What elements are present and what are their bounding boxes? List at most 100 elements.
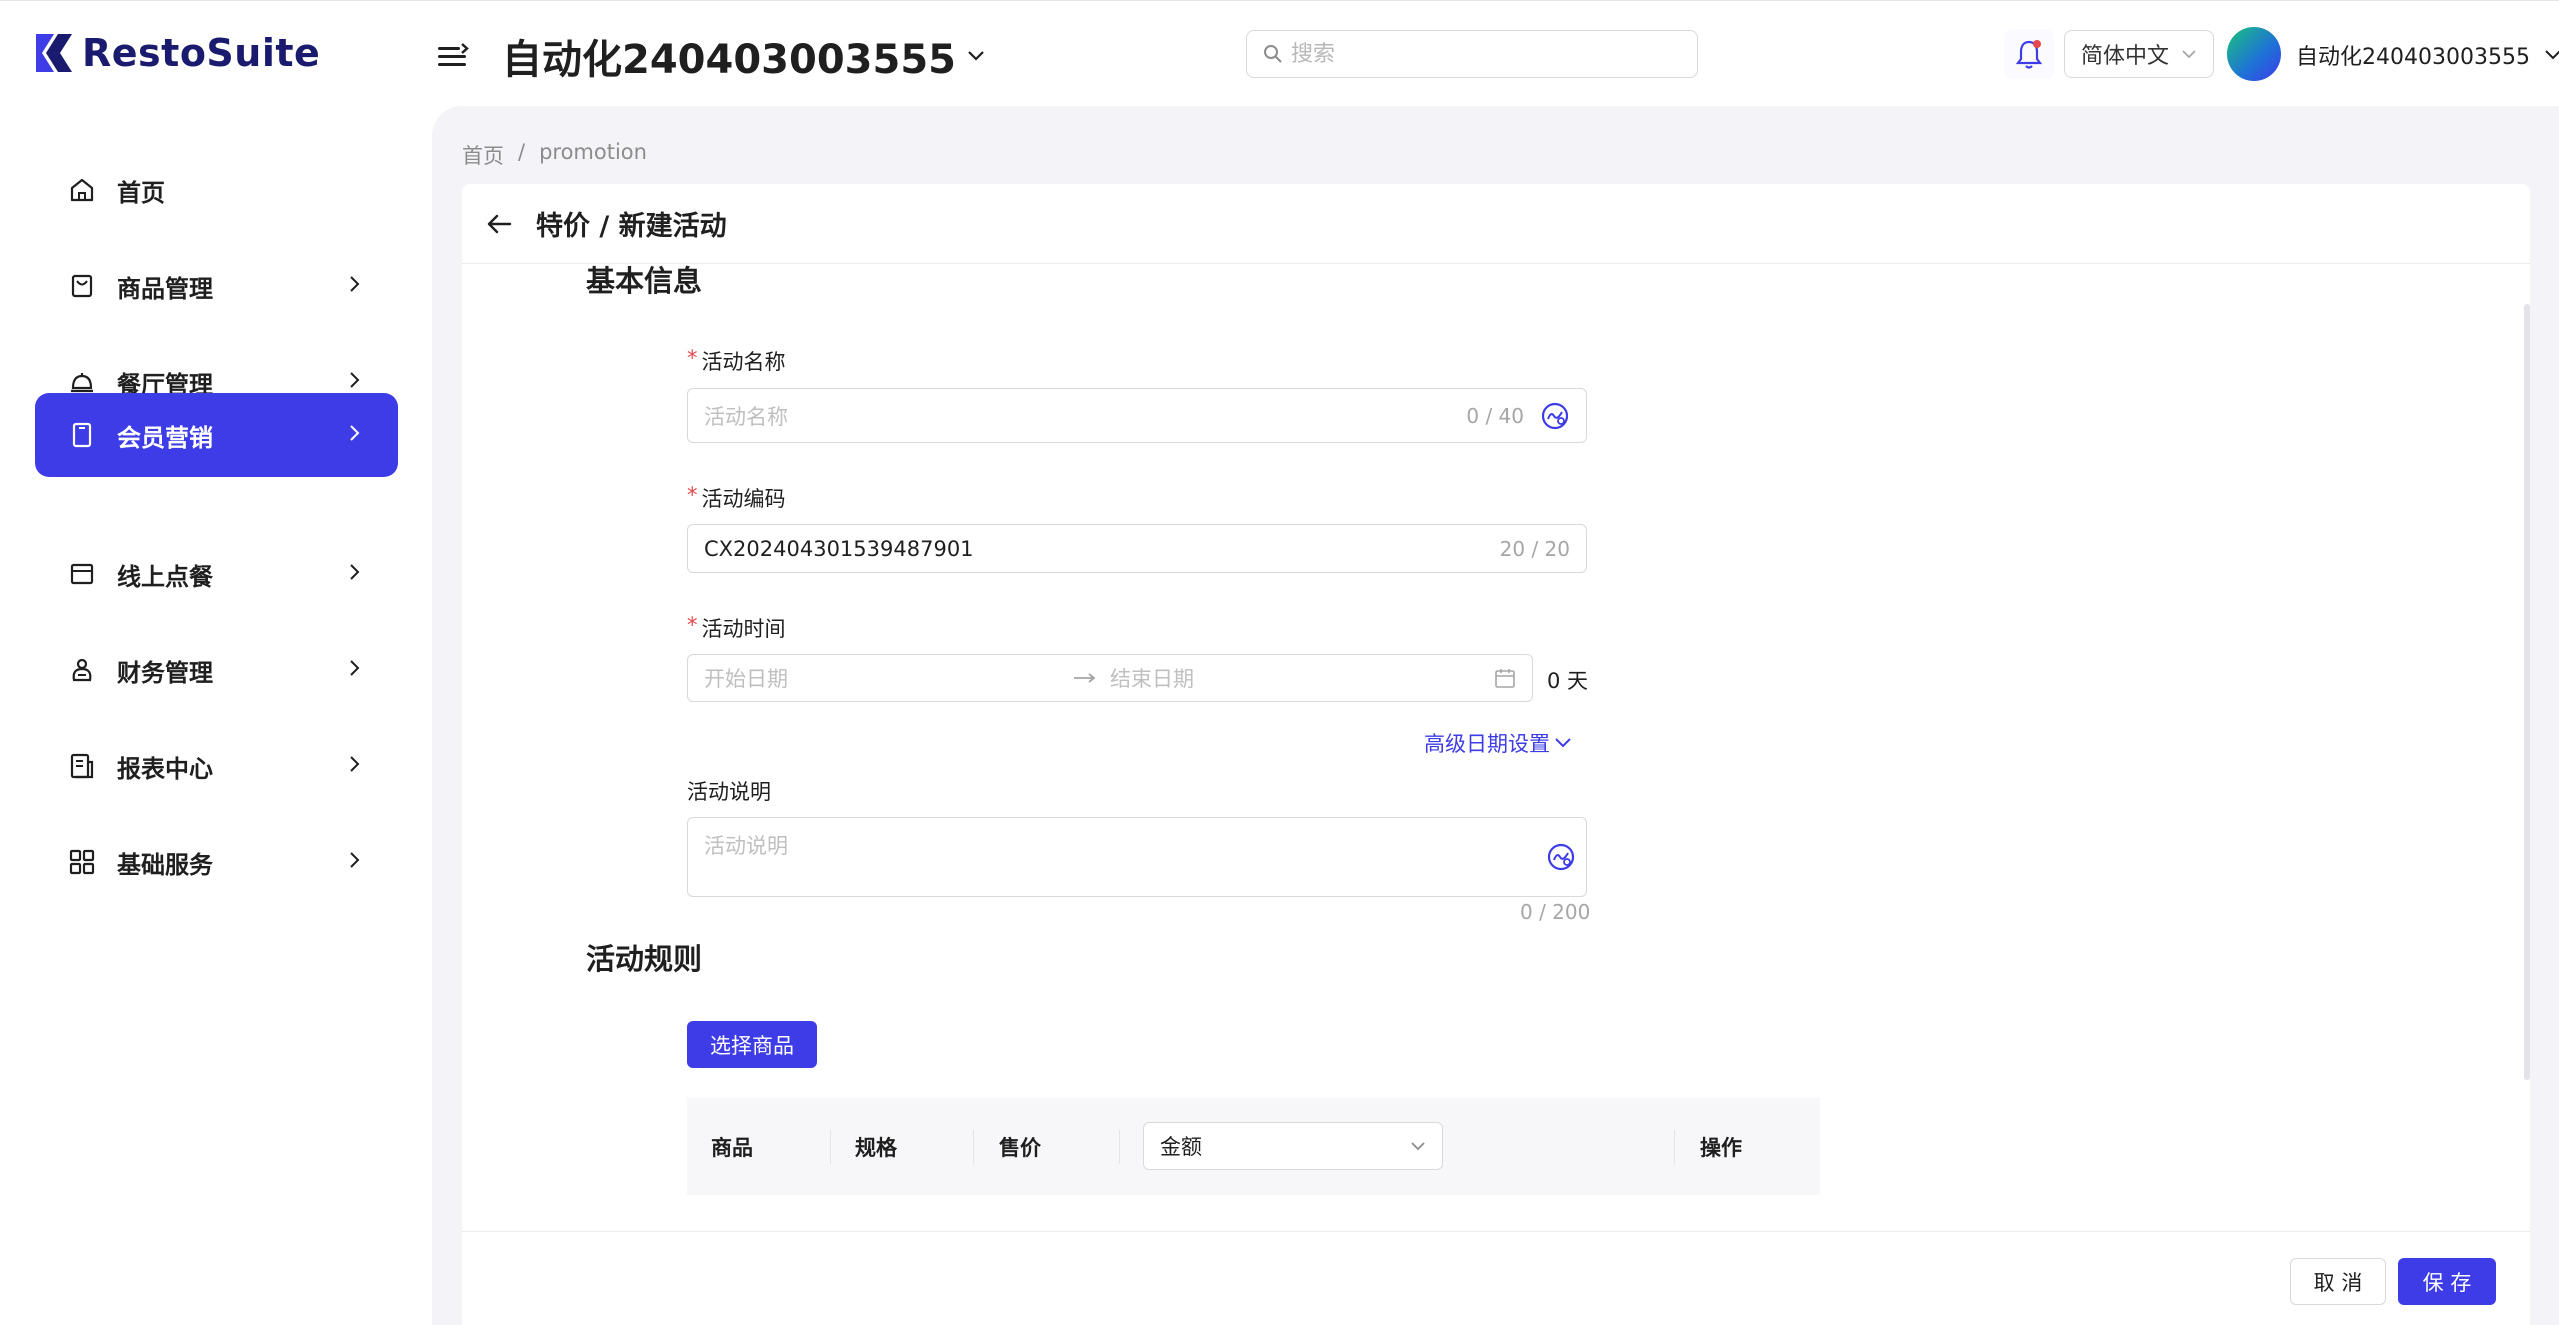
sidebar-item-label: 报表中心 <box>117 754 213 783</box>
column-header-product: 商品 <box>711 1135 753 1160</box>
activity-code-value: CX202404301539487901 <box>704 536 974 561</box>
search-box[interactable] <box>1246 30 1698 78</box>
chevron-right-icon <box>350 756 360 772</box>
description-label: 活动说明 <box>687 780 771 804</box>
column-divider <box>1674 1130 1675 1164</box>
chevron-right-icon <box>350 564 360 580</box>
activity-name-label: * 活动名称 <box>687 346 786 374</box>
chevron-down-icon <box>2545 50 2559 60</box>
breadcrumb-separator: / <box>518 140 526 164</box>
sidebar-item-products[interactable]: 商品管理 <box>35 244 398 328</box>
chevron-right-icon <box>350 852 360 868</box>
user-menu[interactable]: 自动化240403003555 <box>2296 39 2559 71</box>
cancel-button[interactable]: 取 消 <box>2290 1258 2386 1305</box>
column-header-spec: 规格 <box>855 1135 897 1160</box>
report-icon <box>67 751 97 781</box>
sidebar-item-online-ordering[interactable]: 线上点餐 <box>35 532 398 616</box>
scrollbar[interactable] <box>2524 304 2530 1080</box>
activity-code-input[interactable]: CX202404301539487901 20 / 20 <box>687 524 1587 573</box>
shopping-bag-icon <box>67 271 97 301</box>
store-name: 自动化240403003555 <box>502 37 956 83</box>
notification-button[interactable] <box>2004 29 2054 79</box>
section-title-activity-rules: 活动规则 <box>586 942 703 976</box>
chevron-right-icon <box>350 372 360 388</box>
sidebar-item-home[interactable]: 首页 <box>35 148 398 232</box>
brand-logo-icon <box>36 34 72 72</box>
activity-name-placeholder: 活动名称 <box>704 404 788 429</box>
required-mark: * <box>687 483 698 507</box>
chevron-down-icon <box>2182 50 2196 59</box>
select-product-button[interactable]: 选择商品 <box>687 1021 817 1068</box>
chevron-down-icon <box>968 51 984 61</box>
activity-time-label: * 活动时间 <box>687 613 786 641</box>
menu-toggle-icon[interactable] <box>436 41 470 71</box>
sidebar-item-label: 首页 <box>117 178 165 207</box>
sidebar: 首页 商品管理 餐厅管理 会员营销 线上点餐 财务管理 报表中心 基础服务 <box>0 106 432 1325</box>
amount-select[interactable]: 金额 <box>1143 1122 1443 1170</box>
language-select[interactable]: 简体中文 <box>2064 30 2214 78</box>
required-mark: * <box>687 613 698 637</box>
column-header-price: 售价 <box>999 1135 1041 1160</box>
chevron-down-icon <box>1555 738 1571 748</box>
end-date-placeholder[interactable]: 结束日期 <box>1110 663 1194 693</box>
advanced-date-settings-link[interactable]: 高级日期设置 <box>1424 728 1572 758</box>
back-arrow-icon[interactable] <box>486 213 512 235</box>
brand-logo[interactable]: RestoSuite <box>34 31 320 75</box>
calendar-icon <box>1495 669 1515 688</box>
start-date-placeholder[interactable]: 开始日期 <box>704 663 1072 693</box>
description-count: 0 / 200 <box>1520 900 1591 924</box>
tablet-icon <box>67 420 97 450</box>
date-range-picker[interactable]: 开始日期 结束日期 <box>687 654 1533 702</box>
activity-name-input[interactable]: 活动名称 0 / 40 <box>687 388 1587 443</box>
sidebar-item-member-marketing[interactable]: 会员营销 <box>35 393 398 477</box>
page-header: 特价 / 新建活动 <box>462 184 2530 264</box>
search-icon <box>1264 45 1282 63</box>
chevron-right-icon <box>350 660 360 676</box>
avatar[interactable] <box>2227 27 2281 81</box>
activity-days: 0 天 <box>1547 669 1589 693</box>
brand-name: RestoSuite <box>82 31 321 75</box>
description-placeholder: 活动说明 <box>704 834 788 858</box>
sidebar-item-label: 基础服务 <box>117 850 213 879</box>
store-switcher[interactable]: 自动化240403003555 <box>502 27 986 85</box>
amount-select-value: 金额 <box>1160 1135 1202 1159</box>
save-button[interactable]: 保 存 <box>2398 1258 2496 1305</box>
column-header-actions: 操作 <box>1700 1135 1742 1160</box>
breadcrumb-current: promotion <box>539 140 647 164</box>
sidebar-item-label: 会员营销 <box>117 423 213 452</box>
column-divider <box>1119 1130 1120 1164</box>
breadcrumb: 首页 / promotion <box>462 140 647 170</box>
description-textarea[interactable]: 活动说明 <box>687 817 1587 897</box>
store-box-icon <box>67 559 97 589</box>
ai-translate-icon[interactable] <box>1546 842 1576 872</box>
home-icon <box>67 175 97 205</box>
sidebar-item-label: 线上点餐 <box>117 562 213 591</box>
activity-name-count: 0 / 40 <box>1466 403 1524 428</box>
sidebar-item-label: 财务管理 <box>117 658 213 687</box>
activity-code-count: 20 / 20 <box>1499 536 1570 561</box>
grid-icon <box>67 847 97 877</box>
column-divider <box>973 1130 974 1164</box>
column-divider <box>830 1130 831 1164</box>
top-bar: RestoSuite 自动化240403003555 简体中文 <box>0 0 2559 106</box>
section-title-basic-info: 基本信息 <box>586 264 703 298</box>
chevron-right-icon <box>350 425 360 441</box>
user-name: 自动化240403003555 <box>2296 45 2530 70</box>
arrow-right-icon <box>1074 673 1096 683</box>
search-input[interactable] <box>1291 41 1671 67</box>
language-label: 简体中文 <box>2081 44 2170 69</box>
sidebar-item-reports[interactable]: 报表中心 <box>35 724 398 808</box>
ai-translate-icon[interactable] <box>1540 401 1570 431</box>
sidebar-item-finance[interactable]: 财务管理 <box>35 628 398 712</box>
required-mark: * <box>687 346 698 370</box>
chevron-right-icon <box>350 276 360 292</box>
chevron-down-icon <box>1411 1142 1425 1151</box>
breadcrumb-home[interactable]: 首页 <box>462 140 504 170</box>
page-title: 特价 / 新建活动 <box>536 211 727 242</box>
money-bag-icon <box>67 655 97 685</box>
bell-icon <box>2015 40 2043 69</box>
sidebar-item-basic-services[interactable]: 基础服务 <box>35 820 398 904</box>
activity-code-label: * 活动编码 <box>687 483 786 511</box>
sidebar-item-label: 商品管理 <box>117 274 213 303</box>
form-footer <box>462 1231 2530 1325</box>
